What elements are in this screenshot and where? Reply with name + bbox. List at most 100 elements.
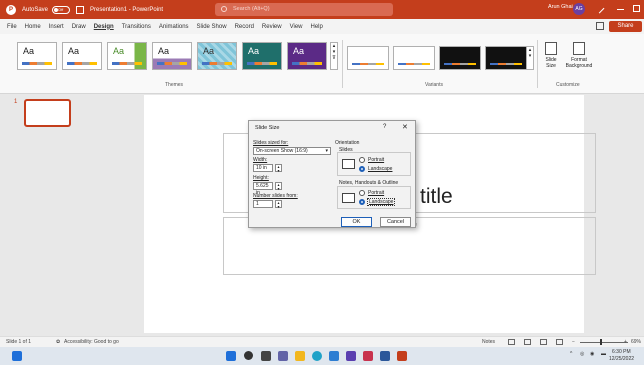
minimize-button[interactable] <box>617 9 624 10</box>
tab-file[interactable]: File <box>7 24 17 30</box>
slide-thumbnail[interactable] <box>24 99 71 127</box>
edge-icon[interactable] <box>312 351 322 361</box>
slide-size-label: Slide Size <box>545 57 557 69</box>
theme-integral[interactable]: Aa <box>152 42 192 70</box>
title-bar: P AutoSave Off Presentation1 - PowerPoin… <box>0 0 644 19</box>
restore-button[interactable] <box>633 5 640 12</box>
start-icon[interactable] <box>226 351 236 361</box>
tab-record[interactable]: Record <box>235 24 254 30</box>
cancel-button[interactable]: Cancel <box>380 217 411 227</box>
reading-view-icon[interactable] <box>540 339 547 345</box>
variant-2[interactable] <box>393 46 435 70</box>
avatar[interactable]: AG <box>573 3 585 15</box>
theme-office[interactable]: Aa <box>17 42 57 70</box>
notes-orientation-icon <box>342 193 355 203</box>
battery-icon[interactable]: ▬ <box>601 351 606 357</box>
zoom-out-button[interactable]: − <box>572 339 575 345</box>
theme-sample-text: Aa <box>68 46 80 56</box>
taskbar: ^ ◎ ◉ ▬ 6:30 PM 12/25/2022 <box>0 347 644 365</box>
sized-for-select[interactable]: On-screen Show (16:9) ▾ <box>253 147 331 155</box>
tab-slide-show[interactable]: Slide Show <box>197 24 227 30</box>
help-button[interactable]: ? <box>383 124 386 130</box>
tab-design[interactable]: Design <box>94 24 114 30</box>
close-button[interactable]: ✕ <box>402 123 408 131</box>
number-slides-input[interactable]: 1 <box>253 200 273 208</box>
autosave-toggle[interactable]: Off <box>52 5 71 14</box>
width-spinner[interactable]: ▴ ▾ <box>275 164 282 172</box>
volume-icon[interactable]: ◉ <box>590 351 594 357</box>
sized-for-label: Slides sized for: <box>253 140 289 146</box>
tray-chevron-icon[interactable]: ^ <box>570 351 572 357</box>
slide-size-button[interactable]: Slide Size <box>540 42 562 69</box>
height-input[interactable]: 5.625 in <box>253 182 273 196</box>
number-slides-label: Number slides from: <box>253 193 298 199</box>
desktop-icon[interactable] <box>12 351 22 361</box>
word-icon[interactable] <box>380 351 390 361</box>
variants-more-button[interactable]: ▴ ▾ <box>526 46 534 70</box>
tab-review[interactable]: Review <box>262 24 282 30</box>
variant-4[interactable] <box>485 46 527 70</box>
tab-help[interactable]: Help <box>311 24 323 30</box>
notes-button[interactable]: Notes <box>482 339 495 345</box>
zoom-in-button[interactable]: + <box>624 339 627 345</box>
share-button[interactable]: Share <box>609 21 642 32</box>
clock-time[interactable]: 6:30 PM <box>612 349 631 355</box>
clock-date[interactable]: 12/25/2022 <box>609 356 634 362</box>
task-view-icon[interactable] <box>261 351 271 361</box>
theme-sample-text: Aa <box>293 46 305 56</box>
themes-group-label: Themes <box>165 82 184 88</box>
normal-view-icon[interactable] <box>508 339 515 345</box>
themes-more-button[interactable]: ▴ ▾ ⊽ <box>330 42 338 70</box>
zoom-slider-thumb[interactable] <box>600 339 602 345</box>
theme-sample-text: Aa <box>113 46 125 56</box>
height-label: Height: <box>253 175 269 181</box>
ok-button[interactable]: OK <box>341 217 372 227</box>
theme-ion-boardroom[interactable]: Aa <box>197 42 237 70</box>
powerpoint-logo-icon: P <box>6 4 16 15</box>
file-explorer-icon[interactable] <box>295 351 305 361</box>
network-icon[interactable]: ◎ <box>580 351 584 357</box>
slides-landscape-radio[interactable] <box>359 166 365 172</box>
variants-group-label: Variants <box>425 82 443 88</box>
app-icon[interactable] <box>346 351 356 361</box>
theme-office-2[interactable]: Aa <box>62 42 102 70</box>
notes-landscape-radio[interactable] <box>359 199 365 205</box>
accessibility-status[interactable]: Accessibility: Good to go <box>64 339 119 345</box>
slides-landscape-label: Landscape <box>368 166 393 172</box>
slide-show-icon[interactable] <box>556 339 563 345</box>
dialog-title: Slide Size <box>255 125 280 131</box>
pen-icon[interactable] <box>594 3 605 14</box>
height-spinner[interactable]: ▴ ▾ <box>275 182 282 190</box>
width-label: Width: <box>253 157 268 163</box>
powerpoint-icon[interactable] <box>397 351 407 361</box>
tab-insert[interactable]: Insert <box>49 24 64 30</box>
store-icon[interactable] <box>329 351 339 361</box>
variant-1[interactable] <box>347 46 389 70</box>
theme-facet[interactable]: Aa <box>107 42 147 70</box>
width-input[interactable]: 10 in <box>253 164 273 172</box>
number-slides-spinner[interactable]: ▴ ▾ <box>275 200 282 208</box>
zoom-level[interactable]: 69% <box>631 339 641 345</box>
theme-ion[interactable]: Aa <box>242 42 282 70</box>
zoom-slider[interactable] <box>580 342 628 343</box>
slides-portrait-radio[interactable] <box>359 157 365 163</box>
search-box[interactable]: Search (Alt+Q) <box>215 3 393 16</box>
theme-organic[interactable]: Aa <box>287 42 327 70</box>
tab-view[interactable]: View <box>290 24 303 30</box>
chat-icon[interactable] <box>278 351 288 361</box>
search-icon[interactable] <box>244 351 253 360</box>
tab-home[interactable]: Home <box>25 24 41 30</box>
comments-icon[interactable] <box>596 22 604 30</box>
tab-transitions[interactable]: Transitions <box>122 24 151 30</box>
slide-sorter-icon[interactable] <box>524 339 531 345</box>
save-icon[interactable] <box>76 5 85 14</box>
format-background-button[interactable]: Format Background <box>563 42 595 69</box>
tab-animations[interactable]: Animations <box>159 24 189 30</box>
variant-3[interactable] <box>439 46 481 70</box>
tab-draw[interactable]: Draw <box>72 24 86 30</box>
notes-portrait-radio[interactable] <box>359 190 365 196</box>
user-name[interactable]: Arun Ghai <box>548 4 573 10</box>
customize-group-label: Customize <box>556 82 580 88</box>
slide-count-status: Slide 1 of 1 <box>6 339 32 345</box>
mail-icon[interactable] <box>363 351 373 361</box>
